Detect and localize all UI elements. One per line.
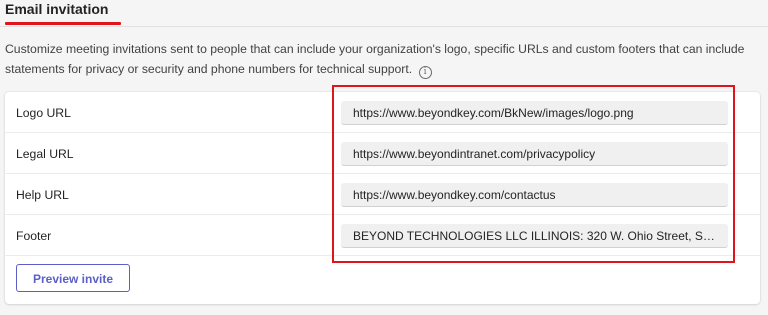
help-url-label: Help URL [16, 188, 69, 202]
settings-card: Logo URL https://www.beyondkey.com/BkNew… [5, 92, 760, 304]
legal-url-row: Legal URL https://www.beyondintranet.com… [5, 133, 760, 174]
help-url-field[interactable]: https://www.beyondkey.com/contactus [341, 183, 728, 207]
legal-url-field[interactable]: https://www.beyondintranet.com/privacypo… [341, 142, 728, 166]
footer-row: Footer BEYOND TECHNOLOGIES LLC ILLINOIS:… [5, 215, 760, 256]
logo-url-row: Logo URL https://www.beyondkey.com/BkNew… [5, 92, 760, 133]
footer-label: Footer [16, 229, 52, 243]
footer-field[interactable]: BEYOND TECHNOLOGIES LLC ILLINOIS: 320 W.… [341, 224, 728, 248]
description-text: Customize meeting invitations sent to pe… [5, 42, 745, 76]
info-icon[interactable]: i [418, 66, 432, 79]
section-title-underline [5, 22, 121, 25]
section-title: Email invitation [5, 1, 109, 17]
logo-url-label: Logo URL [16, 106, 71, 120]
header-divider [0, 26, 768, 27]
preview-invite-button[interactable]: Preview invite [16, 264, 130, 292]
section-description: Customize meeting invitations sent to pe… [5, 39, 745, 79]
legal-url-label: Legal URL [16, 147, 74, 161]
email-invitation-page: Email invitation Customize meeting invit… [0, 0, 768, 315]
logo-url-field[interactable]: https://www.beyondkey.com/BkNew/images/l… [341, 101, 728, 125]
help-url-row: Help URL https://www.beyondkey.com/conta… [5, 174, 760, 215]
